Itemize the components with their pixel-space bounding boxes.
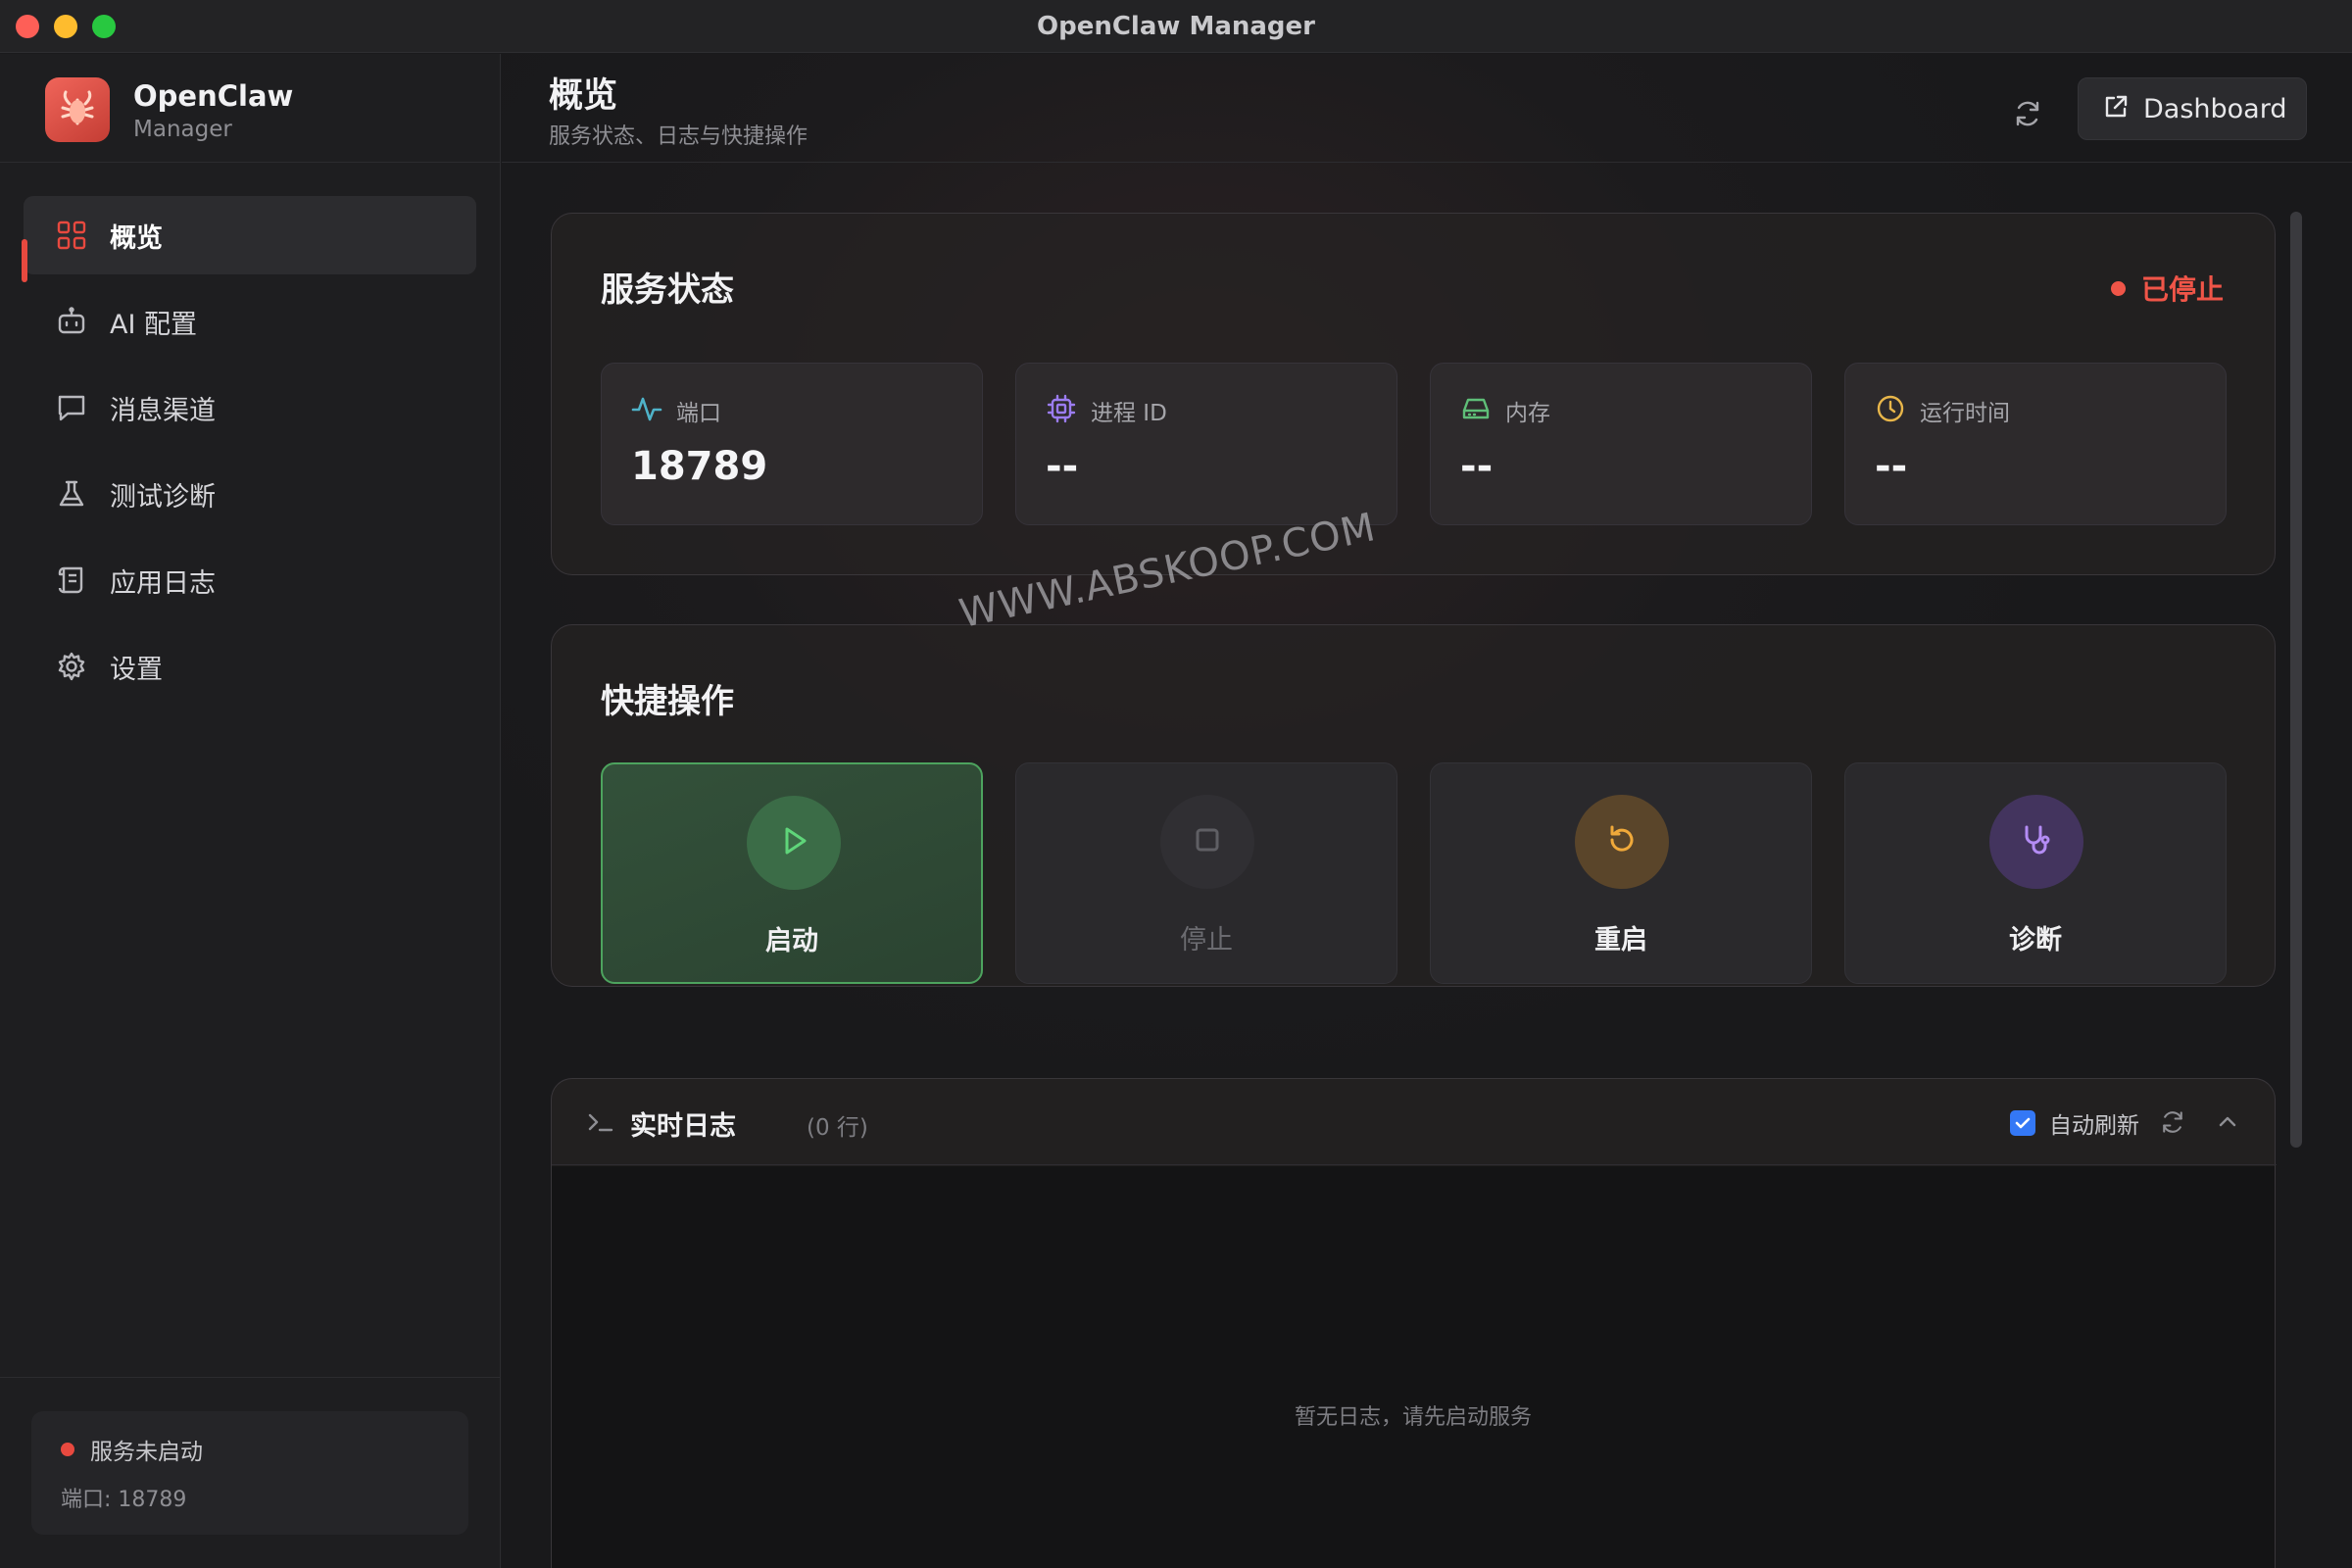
stop-button[interactable]: 停止 (1015, 762, 1397, 984)
sidebar-nav: 概览 AI 配置 消息渠道 测试诊断 应用日志 设置 (22, 196, 476, 713)
flask-icon (55, 477, 88, 511)
terminal-prompt-icon (585, 1106, 616, 1142)
play-icon (774, 821, 813, 864)
stat-card-port: 端口 18789 (601, 363, 983, 525)
status-badge-text: 已停止 (2140, 273, 2224, 306)
service-status-card: 服务未启动 端口: 18789 (31, 1411, 468, 1535)
quick-actions-panel: 快捷操作 启动 停止 重启 诊断 (551, 624, 2276, 987)
quick-actions-title: 快捷操作 (601, 682, 734, 721)
status-badge: 已停止 (2110, 269, 2224, 308)
log-empty-message: 暂无日志，请先启动服务 (1294, 1405, 1532, 1430)
external-link-icon (2102, 93, 2130, 124)
brand-subtitle: Manager (133, 117, 232, 142)
start-button[interactable]: 启动 (601, 762, 983, 984)
service-status-panel: 服务状态 已停止 端口 18789 进程 ID -- 内存 -- 运行时间 -- (551, 213, 2276, 575)
restart-button-label: 重启 (1594, 925, 1647, 956)
stethoscope-icon (2017, 820, 2056, 863)
sidebar-item-overview[interactable]: 概览 (22, 196, 476, 282)
stat-label: 运行时间 (1920, 401, 2010, 426)
stop-button-label: 停止 (1180, 925, 1233, 956)
auto-refresh-toggle[interactable]: 自动刷新 (2010, 1106, 2139, 1140)
page-title: 概览 (549, 76, 618, 116)
lobster-logo-icon (45, 77, 110, 142)
sidebar-item-diagnostics[interactable]: 测试诊断 (24, 455, 476, 533)
clock-icon (1875, 393, 1906, 428)
checkmark-icon (2015, 1117, 2031, 1129)
stat-label: 内存 (1505, 401, 1550, 426)
page-subtitle: 服务状态、日志与快捷操作 (549, 124, 808, 149)
stat-card-uptime: 运行时间 -- (1844, 363, 2227, 525)
stat-card-pid: 进程 ID -- (1015, 363, 1397, 525)
restart-icon (1602, 820, 1642, 863)
scroll-icon (55, 564, 88, 597)
scrollbar[interactable] (2290, 212, 2302, 1148)
sidebar-divider (0, 162, 500, 163)
refresh-icon (2163, 1111, 2182, 1133)
message-icon (55, 391, 88, 424)
auto-refresh-label: 自动刷新 (2049, 1113, 2139, 1139)
sidebar-item-label: AI 配置 (110, 309, 198, 340)
sidebar-item-label: 测试诊断 (110, 481, 216, 513)
status-dot-icon (2110, 280, 2126, 296)
diagnose-button[interactable]: 诊断 (1844, 762, 2227, 984)
sidebar-item-label: 应用日志 (110, 567, 216, 599)
sidebar-item-ai-config[interactable]: AI 配置 (24, 282, 476, 361)
service-port-text: 端口: 18789 (61, 1488, 187, 1512)
window-titlebar: OpenClaw Manager (0, 0, 2352, 53)
refresh-icon (2012, 98, 2043, 133)
sidebar-item-app-logs[interactable]: 应用日志 (24, 541, 476, 619)
log-title: 实时日志 (630, 1111, 736, 1142)
log-count: (0 行) (807, 1115, 868, 1141)
stat-card-memory: 内存 -- (1430, 363, 1812, 525)
dashboard-button[interactable]: Dashboard (2078, 77, 2307, 140)
log-refresh-button[interactable] (2159, 1108, 2186, 1140)
stat-value: -- (1046, 444, 1079, 489)
pulse-icon (631, 393, 662, 428)
sidebar-item-label: 设置 (110, 654, 163, 685)
start-button-label: 启动 (765, 926, 818, 956)
stat-value: -- (1875, 444, 1908, 489)
restart-button[interactable]: 重启 (1430, 762, 1812, 984)
sidebar-item-channels[interactable]: 消息渠道 (24, 368, 476, 447)
cpu-icon (1046, 393, 1077, 428)
service-status-title: 服务状态 (601, 270, 734, 310)
refresh-button[interactable] (2003, 91, 2052, 140)
dashboard-button-label: Dashboard (2143, 93, 2287, 124)
window-title: OpenClaw Manager (1036, 12, 1315, 41)
gear-icon (55, 650, 88, 683)
robot-icon (55, 305, 88, 338)
stop-icon (1188, 820, 1227, 863)
sidebar: OpenClaw Manager 概览 AI 配置 消息渠道 测试诊断 应用日志… (0, 54, 501, 1568)
service-status-text: 服务未启动 (90, 1440, 203, 1465)
log-body[interactable]: 暂无日志，请先启动服务 (552, 1166, 2275, 1568)
grid-icon (55, 219, 88, 252)
status-dot-icon (61, 1443, 74, 1456)
collapse-log-button[interactable] (2214, 1108, 2241, 1140)
main-content: 概览 服务状态、日志与快捷操作 Dashboard 服务状态 已停止 端口 18… (502, 54, 2352, 1568)
realtime-log-panel: 实时日志 (0 行) 自动刷新 暂无日志，请先启动服务 (551, 1078, 2277, 1568)
sidebar-divider (0, 1377, 500, 1378)
chevron-up-icon (2219, 1116, 2236, 1127)
stat-label: 端口 (676, 401, 721, 426)
diagnose-button-label: 诊断 (2009, 925, 2062, 956)
stat-value: 18789 (631, 444, 768, 489)
log-header: 实时日志 (0 行) 自动刷新 (552, 1079, 2277, 1165)
stat-value: -- (1460, 444, 1494, 489)
page-header: 概览 服务状态、日志与快捷操作 Dashboard (502, 54, 2352, 163)
auto-refresh-checkbox[interactable] (2010, 1110, 2035, 1136)
brand-name: OpenClaw (133, 79, 294, 113)
sidebar-item-label: 消息渠道 (110, 395, 216, 426)
drive-icon (1460, 393, 1492, 428)
sidebar-item-label: 概览 (110, 222, 163, 254)
stat-label: 进程 ID (1091, 401, 1167, 426)
sidebar-item-settings[interactable]: 设置 (24, 627, 476, 706)
